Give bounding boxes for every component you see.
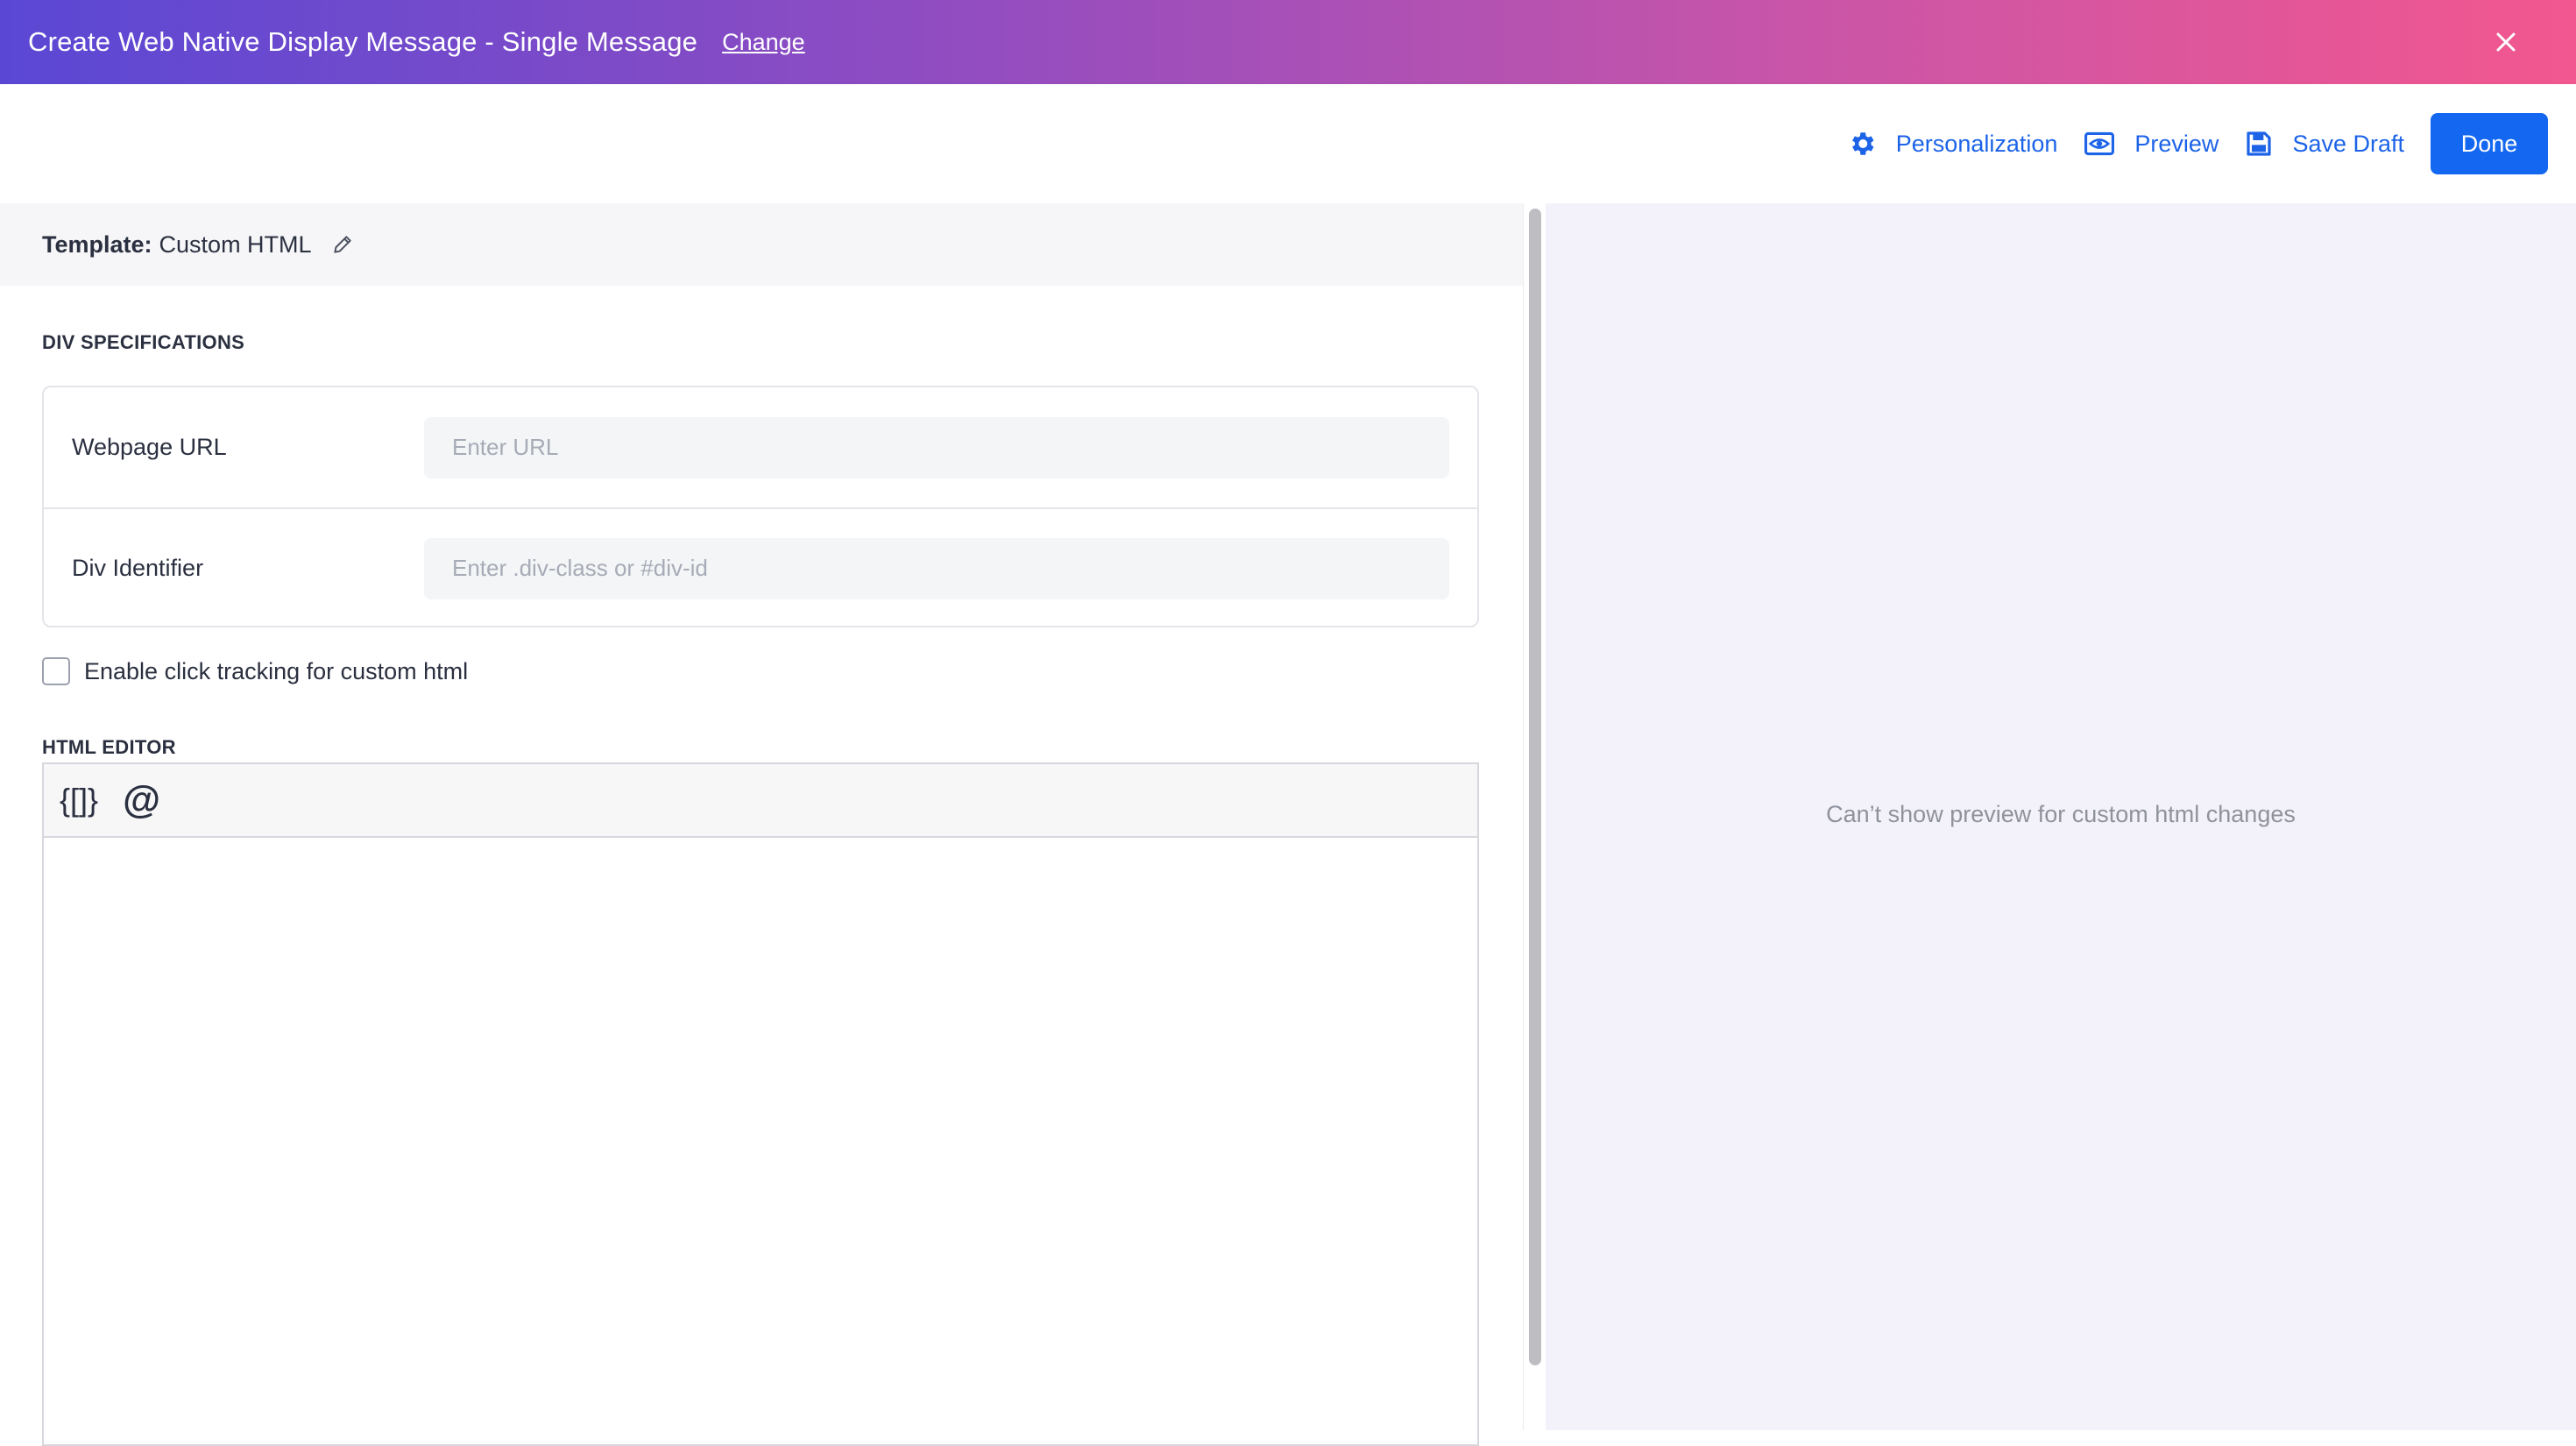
top-header-bar: Create Web Native Display Message - Sing… <box>0 0 2576 84</box>
preview-button[interactable]: Preview <box>2084 130 2219 158</box>
save-draft-label: Save Draft <box>2292 130 2404 157</box>
preview-label: Preview <box>2134 130 2219 157</box>
template-value: Custom HTML <box>159 230 312 258</box>
div-specifications-heading: DIV SPECIFICATIONS <box>42 331 245 353</box>
mention-button[interactable]: @ <box>123 778 160 822</box>
change-link[interactable]: Change <box>722 29 805 56</box>
editor-scrollbar[interactable] <box>1523 203 1546 1430</box>
preview-panel: Can’t show preview for custom html chang… <box>1546 203 2576 1430</box>
template-bar: Template: Custom HTML <box>0 203 1523 286</box>
template-label: Template: <box>42 230 152 258</box>
webpage-url-row: Webpage URL <box>44 387 1477 507</box>
webpage-url-label: Webpage URL <box>72 434 227 460</box>
div-identifier-row: Div Identifier <box>44 507 1477 627</box>
floppy-disk-icon <box>2247 131 2272 156</box>
html-editor-content[interactable] <box>44 838 1477 1444</box>
gear-icon <box>1851 132 1874 155</box>
page-title: Create Web Native Display Message - Sing… <box>28 26 698 57</box>
html-editor-heading: HTML EDITOR <box>42 736 176 758</box>
edit-template-button[interactable] <box>331 233 354 256</box>
html-editor-toolbar: {[]} @ <box>44 764 1477 838</box>
close-button[interactable] <box>2488 25 2523 60</box>
action-toolbar: Personalization Preview Save Draft Done <box>0 84 2576 203</box>
div-identifier-input[interactable] <box>424 537 1449 599</box>
editor-panel: Template: Custom HTML DIV SPECIFICATIONS… <box>0 203 1523 1446</box>
close-icon <box>2496 32 2516 52</box>
webpage-url-input[interactable] <box>424 416 1449 478</box>
eye-icon <box>2084 131 2115 156</box>
preview-message: Can’t show preview for custom html chang… <box>1826 801 2296 827</box>
merge-tag-button[interactable]: {[]} <box>60 782 98 819</box>
pencil-icon <box>333 236 351 253</box>
click-tracking-label: Enable click tracking for custom html <box>84 657 469 684</box>
save-draft-button[interactable]: Save Draft <box>2245 130 2404 158</box>
editor-scrollbar-thumb[interactable] <box>1529 209 1541 1365</box>
html-editor: {[]} @ <box>42 762 1479 1446</box>
click-tracking-checkbox[interactable] <box>42 657 70 685</box>
div-identifier-label: Div Identifier <box>72 555 204 581</box>
done-button[interactable]: Done <box>2431 113 2548 174</box>
click-tracking-option[interactable]: Enable click tracking for custom html <box>42 657 468 685</box>
div-specifications-box: Webpage URL Div Identifier <box>42 386 1479 627</box>
personalization-label: Personalization <box>1895 130 2058 157</box>
personalization-button[interactable]: Personalization <box>1847 129 2058 159</box>
